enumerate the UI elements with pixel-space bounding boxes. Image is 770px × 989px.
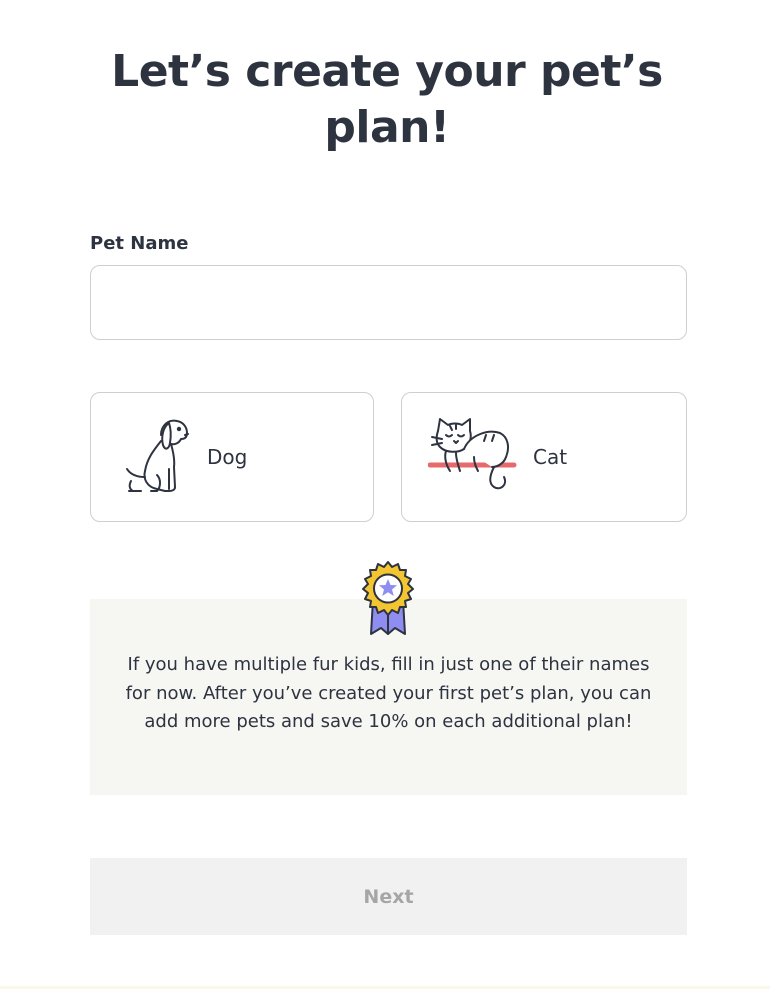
cat-icon xyxy=(428,418,517,490)
award-ribbon-icon xyxy=(362,561,414,635)
pet-type-cat-card[interactable]: Cat xyxy=(401,392,687,522)
pet-type-dog-card[interactable]: Dog xyxy=(90,392,374,522)
multi-pet-info-text: If you have multiple fur kids, fill in j… xyxy=(125,654,652,732)
pet-plan-page: Let’s create your pet’s plan! Pet Name D… xyxy=(0,0,770,989)
next-button[interactable]: Next xyxy=(90,858,687,935)
dog-icon xyxy=(126,419,189,492)
pet-name-label: Pet Name xyxy=(90,233,189,254)
pet-type-dog-label: Dog xyxy=(207,445,248,469)
pet-name-input[interactable] xyxy=(90,265,687,340)
page-title: Let’s create your pet’s plan! xyxy=(111,46,663,153)
pet-type-cat-label: Cat xyxy=(533,445,568,469)
